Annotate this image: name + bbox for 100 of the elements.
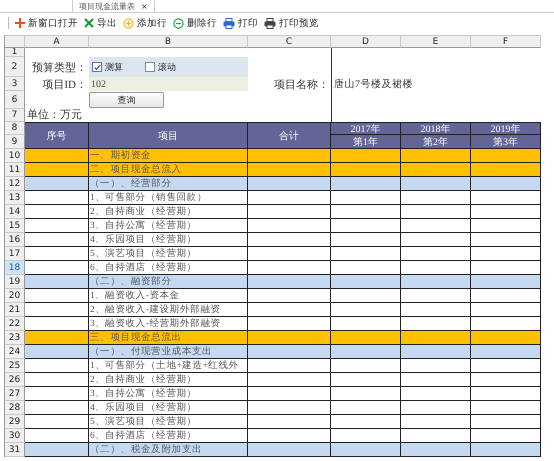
table-cell: 2、自持商业（经营期）: [89, 205, 248, 219]
row-header[interactable]: 24: [5, 345, 25, 359]
table-cell: 二、项目现金总流入: [89, 163, 248, 177]
column-header[interactable]: D: [331, 35, 401, 48]
checkbox[interactable]: [92, 62, 102, 72]
table-cell: [401, 275, 471, 289]
table-cell: [471, 373, 541, 387]
row-header[interactable]: 8: [5, 122, 25, 135]
printer-icon: [223, 18, 235, 28]
table-cell: 6、自持酒店（经营期）: [89, 429, 248, 443]
table-cell: （二）、税金及附加支出: [89, 443, 248, 457]
table-cell: [331, 373, 401, 387]
row-header[interactable]: 23: [5, 331, 25, 345]
toolbar-button[interactable]: 添加行: [123, 16, 167, 30]
row-header[interactable]: 22: [5, 317, 25, 331]
table-cell: [331, 247, 401, 261]
row-header[interactable]: 14: [5, 205, 25, 219]
table-cell: 1、可售部分（土地+建造+红线外: [89, 359, 248, 373]
column-header[interactable]: A: [25, 35, 89, 48]
table-cell: [25, 247, 89, 261]
row-header[interactable]: 28: [5, 401, 25, 415]
toolbar-button[interactable]: 导出: [84, 16, 117, 30]
table-cell: [471, 177, 541, 191]
row-header[interactable]: 18: [5, 261, 25, 275]
table-cell: [401, 233, 471, 247]
row-header[interactable]: 27: [5, 387, 25, 401]
row-header[interactable]: 9: [5, 135, 25, 149]
row-header[interactable]: 26: [5, 373, 25, 387]
row-header[interactable]: 17: [5, 247, 25, 261]
row-header[interactable]: 25: [5, 359, 25, 373]
column-header[interactable]: B: [89, 35, 248, 48]
document-tab[interactable]: 项目现金流量表 ×: [72, 0, 155, 12]
header-cell: 2018年: [401, 122, 471, 135]
table-cell: （一）、付现营业成本支出: [89, 345, 248, 359]
row-header[interactable]: 21: [5, 303, 25, 317]
table-cell: [471, 443, 541, 457]
table-cell: [471, 429, 541, 443]
row-header[interactable]: 7: [5, 109, 25, 122]
unit-label: 单位：万元: [26, 109, 83, 122]
row-header[interactable]: 20: [5, 289, 25, 303]
table-cell: 三、项目现金总流出: [89, 331, 248, 345]
row-header[interactable]: 10: [5, 149, 25, 163]
table-cell: [471, 359, 541, 373]
header-cell: 项目: [89, 122, 248, 149]
table-cell: [471, 219, 541, 233]
table-cell: [401, 289, 471, 303]
row-header[interactable]: 11: [5, 163, 25, 177]
column-header[interactable]: E: [401, 35, 471, 48]
checkbox-option[interactable]: 滚动: [145, 60, 176, 74]
header-cell: 第2年: [401, 135, 471, 149]
checkbox-option[interactable]: 测算: [92, 60, 123, 74]
row-header[interactable]: 19: [5, 275, 25, 289]
table-cell: [25, 359, 89, 373]
row-header[interactable]: 15: [5, 219, 25, 233]
row-header[interactable]: 12: [5, 177, 25, 191]
table-cell: [331, 401, 401, 415]
table-cell: [401, 177, 471, 191]
header-cell: 第1年: [331, 135, 401, 149]
row-header[interactable]: 3: [5, 77, 25, 91]
row-header[interactable]: 2: [5, 57, 25, 77]
table-cell: [471, 247, 541, 261]
table-cell: 3、自持公寓（经营期）: [89, 387, 248, 401]
table-cell: [471, 149, 541, 163]
table-cell: [471, 289, 541, 303]
table-cell: [401, 359, 471, 373]
toolbar-button[interactable]: 打印预览: [264, 16, 319, 30]
close-icon[interactable]: ×: [141, 0, 148, 12]
checkbox[interactable]: [145, 62, 155, 72]
header-cell: 第3年: [471, 135, 541, 149]
row-header[interactable]: 29: [5, 415, 25, 429]
header-cell: 序号: [25, 122, 89, 149]
toolbar-button[interactable]: 删除行: [173, 16, 217, 30]
table-cell: [25, 331, 89, 345]
table-cell: [25, 177, 89, 191]
project-id-field[interactable]: 102: [89, 77, 248, 91]
table-cell: 6、自持酒店（经营期）: [89, 261, 248, 275]
row-header[interactable]: 31: [5, 443, 25, 457]
table-cell: [331, 387, 401, 401]
table-cell: [471, 415, 541, 429]
row-header[interactable]: 30: [5, 429, 25, 443]
column-header[interactable]: C: [248, 35, 331, 48]
table-cell: [471, 275, 541, 289]
table-cell: 2、自持商业（经营期）: [89, 373, 248, 387]
table-cell: [401, 303, 471, 317]
table-cell: [331, 219, 401, 233]
table-cell: [25, 261, 89, 275]
query-button[interactable]: 查询: [89, 92, 164, 108]
select-all-corner[interactable]: [5, 35, 25, 48]
toolbar-button[interactable]: 新窗口打开: [15, 16, 78, 30]
table-cell: [331, 415, 401, 429]
toolbar-button[interactable]: 打印: [223, 16, 258, 30]
table-cell: [25, 303, 89, 317]
row-header[interactable]: 16: [5, 233, 25, 247]
row-header[interactable]: 6: [5, 91, 25, 109]
table-cell: [471, 317, 541, 331]
column-header[interactable]: F: [471, 35, 541, 48]
row-header[interactable]: 13: [5, 191, 25, 205]
table-cell: [401, 317, 471, 331]
table-cell: [401, 149, 471, 163]
table-cell: [331, 205, 401, 219]
